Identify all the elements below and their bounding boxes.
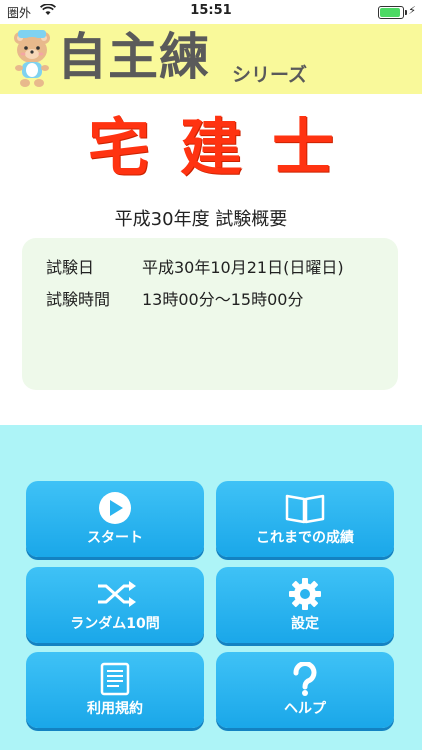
random-10-button[interactable]: ランダム10問 [26, 567, 204, 643]
settings-button-label: 設定 [291, 616, 319, 632]
app-header: 自主練 シリーズ [0, 24, 422, 94]
clock: 15:51 [190, 3, 232, 18]
book-icon [285, 494, 325, 524]
start-button-label: スタート [87, 530, 143, 546]
help-button[interactable]: ヘルプ [216, 652, 394, 728]
play-icon [99, 492, 131, 524]
question-icon [293, 662, 317, 696]
random-10-button-label: ランダム10問 [70, 616, 160, 632]
exam-time-row: 試験時間 13時00分～15時00分 [46, 286, 303, 310]
battery-tip [405, 10, 407, 15]
battery-fill [380, 8, 401, 17]
overview-title: 平成30年度 試験概要 [114, 209, 288, 230]
records-button-label: これまでの成績 [256, 530, 354, 546]
exam-title: 宅建士 [87, 111, 364, 184]
bear-mascot-icon [14, 30, 50, 87]
gear-icon [289, 578, 321, 610]
app-subtitle: シリーズ [232, 64, 308, 86]
status-bar: 圏外 15:51 ⚡ [0, 0, 422, 24]
exam-date-row: 試験日 平成30年10月21日(日曜日) [46, 254, 344, 278]
document-icon [100, 662, 130, 696]
exam-date-label: 試験日 [46, 258, 95, 277]
exam-time-value: 13時00分～15時00分 [142, 290, 304, 309]
exam-date-value: 平成30年10月21日(日曜日) [142, 258, 344, 277]
shuffle-icon [98, 581, 136, 607]
exam-time-label: 試験時間 [46, 290, 111, 309]
charging-icon: ⚡ [408, 4, 416, 17]
start-button[interactable]: スタート [26, 481, 204, 557]
terms-button[interactable]: 利用規約 [26, 652, 204, 728]
records-button[interactable]: これまでの成績 [216, 481, 394, 557]
app-title: 自主練 [57, 28, 210, 86]
help-button-label: ヘルプ [284, 701, 326, 717]
terms-button-label: 利用規約 [87, 701, 143, 717]
settings-button[interactable]: 設定 [216, 567, 394, 643]
exam-info-card: 試験日 平成30年10月21日(日曜日) 試験時間 13時00分～15時00分 [22, 238, 398, 390]
battery-icon [378, 6, 407, 19]
